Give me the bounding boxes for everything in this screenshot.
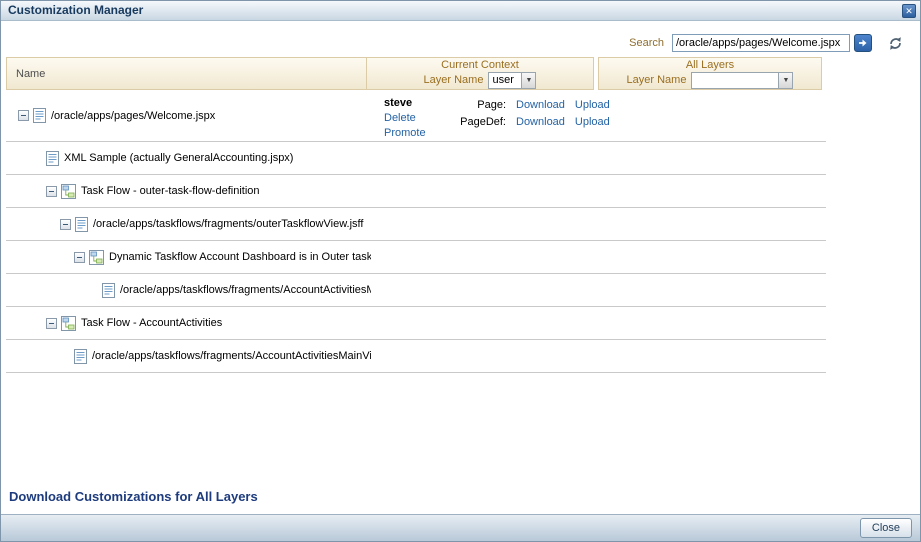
tree-node-label: /oracle/apps/taskflows/fragments/Account… (120, 284, 371, 296)
dialog-title: Customization Manager (8, 3, 144, 17)
tree-row[interactable]: XML Sample (actually GeneralAccounting.j… (6, 142, 826, 175)
chevron-down-icon: ▼ (521, 72, 536, 88)
tree-row[interactable]: Task Flow - AccountActivities (6, 307, 826, 340)
all-layers-layer-select[interactable]: ▼ (691, 71, 794, 89)
table-header: Name Current Context Layer Name user ▼ A… (6, 57, 822, 90)
tree-row[interactable]: Dynamic Taskflow Account Dashboard is in… (6, 241, 826, 274)
promote-link[interactable]: Promote (384, 126, 456, 141)
tree-row[interactable]: /oracle/apps/taskflows/fragments/Account… (6, 274, 826, 307)
customization-manager-dialog: Customization Manager ✕ Search Name (0, 0, 921, 542)
all-layers-title: All Layers (685, 58, 735, 71)
tree-node-label: Task Flow - AccountActivities (81, 317, 223, 329)
document-icon (46, 150, 59, 166)
page-download-link[interactable]: Download (516, 97, 565, 114)
document-icon (75, 216, 88, 232)
page-upload-link[interactable]: Upload (575, 97, 610, 114)
window-close-button[interactable]: ✕ (902, 4, 916, 18)
tree-node-label: XML Sample (actually GeneralAccounting.j… (64, 152, 294, 164)
tree-row[interactable]: Task Flow - outer-task-flow-definition (6, 175, 826, 208)
collapse-toggle-icon[interactable] (46, 185, 57, 197)
collapse-toggle-icon[interactable] (74, 251, 85, 263)
collapse-toggle-icon[interactable] (46, 317, 57, 329)
artifact-label: PageDef: (460, 116, 506, 128)
tree-node-label: /oracle/apps/pages/Welcome.jspx (51, 109, 216, 122)
taskflow-icon (89, 249, 104, 265)
context-layer-value: steve (384, 97, 413, 109)
taskflow-icon (61, 315, 76, 331)
search-go-button[interactable] (854, 34, 872, 52)
collapse-toggle-icon[interactable] (18, 110, 29, 121)
tree-node-label: Task Flow - outer-task-flow-definition (81, 185, 260, 197)
tree-node-label: /oracle/apps/taskflows/fragments/outerTa… (93, 218, 364, 230)
name-column-header: Name (6, 57, 366, 90)
current-context-layer-select[interactable]: user ▼ (488, 71, 537, 89)
dialog-titlebar: Customization Manager ✕ (1, 1, 920, 21)
search-bar: Search (629, 34, 904, 52)
close-dialog-button[interactable]: Close (859, 518, 912, 538)
document-icon (33, 108, 46, 123)
delete-link[interactable]: Delete (384, 111, 456, 126)
current-context-cell: steve Delete Promote Page: Download Upload Pag… (384, 96, 610, 141)
document-icon (102, 282, 115, 298)
tree-node-label: Dynamic Taskflow Account Dashboard is in… (109, 251, 371, 263)
all-layers-layer-label: Layer Name (626, 74, 687, 86)
search-input[interactable] (672, 34, 850, 52)
tree-row[interactable]: /oracle/apps/pages/Welcome.jspx steve Dele… (6, 90, 826, 142)
refresh-button[interactable] (886, 34, 904, 52)
artifact-label: Page: (477, 99, 506, 111)
search-label: Search (629, 37, 664, 49)
current-context-title: Current Context (441, 58, 519, 71)
collapse-toggle-icon[interactable] (60, 218, 71, 230)
taskflow-icon (61, 183, 76, 199)
close-icon: ✕ (905, 6, 913, 16)
pagedef-download-link[interactable]: Download (516, 114, 565, 131)
selected-layer-value: user (492, 74, 514, 86)
tree-node-label: /oracle/apps/taskflows/fragments/Account… (92, 350, 371, 362)
customization-tree: /oracle/apps/pages/Welcome.jspx steve Dele… (6, 90, 826, 373)
current-context-layer-label: Layer Name (423, 74, 484, 86)
tree-row[interactable]: /oracle/apps/taskflows/fragments/Account… (6, 340, 826, 373)
pagedef-upload-link[interactable]: Upload (575, 114, 610, 131)
go-arrow-icon (857, 37, 869, 49)
refresh-icon (887, 35, 904, 52)
dialog-footer-bar: Close (1, 514, 920, 541)
download-all-layers-link[interactable]: Download Customizations for All Layers (9, 489, 258, 504)
document-icon (74, 348, 87, 364)
all-layers-header: All Layers Layer Name ▼ (598, 57, 822, 90)
chevron-down-icon: ▼ (778, 72, 793, 88)
tree-row[interactable]: /oracle/apps/taskflows/fragments/outerTa… (6, 208, 826, 241)
current-context-header: Current Context Layer Name user ▼ (366, 57, 594, 90)
